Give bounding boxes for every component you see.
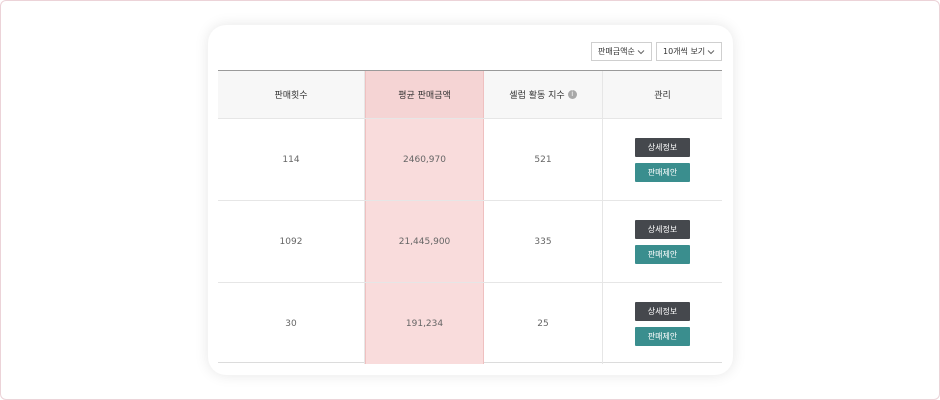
manage-cell: 상세정보 판매제안 <box>603 201 722 282</box>
manage-cell: 상세정보 판매제안 <box>603 283 722 364</box>
header-manage: 관리 <box>654 91 671 101</box>
detail-button[interactable]: 상세정보 <box>635 137 690 157</box>
manage-cell: 상세정보 판매제안 <box>603 119 722 200</box>
sort-select-value: 판매금액순 <box>598 47 635 56</box>
activity-index-cell: 335 <box>484 201 603 282</box>
header-activity-index: 셀럽 활동 지수 i <box>484 71 603 118</box>
page-size-select[interactable]: 10개씩 보기 <box>656 42 722 61</box>
activity-index-cell: 25 <box>484 283 603 364</box>
detail-button[interactable]: 상세정보 <box>635 301 690 321</box>
sales-card: 판매금액순 10개씩 보기 판매횟수 평균 판매금액 셀럽 활동 지수 i 관리… <box>208 25 733 375</box>
sort-select[interactable]: 판매금액순 <box>591 42 652 61</box>
sales-count-cell: 30 <box>218 283 365 364</box>
suggest-sale-button[interactable]: 판매제안 <box>635 162 690 182</box>
info-icon[interactable]: i <box>567 90 577 99</box>
header-sales-count: 판매횟수 <box>218 71 365 118</box>
table-header: 판매횟수 평균 판매금액 셀럽 활동 지수 i 관리 <box>218 71 722 119</box>
avg-amount-cell: 21,445,900 <box>365 201 484 282</box>
page-size-select-value: 10개씩 보기 <box>663 47 706 56</box>
detail-button[interactable]: 상세정보 <box>635 219 690 239</box>
header-activity-index-label: 셀럽 활동 지수 <box>509 91 565 101</box>
sales-count-cell: 1092 <box>218 201 365 282</box>
avg-amount-cell: 2460,970 <box>365 119 484 200</box>
chevron-down-icon <box>637 49 645 54</box>
sales-table: 판매횟수 평균 판매금액 셀럽 활동 지수 i 관리 114 2460,970 … <box>218 70 722 364</box>
list-controls: 판매금액순 10개씩 보기 <box>591 42 722 61</box>
sales-count-cell: 114 <box>218 119 365 200</box>
table-row: 114 2460,970 521 상세정보 판매제안 <box>218 119 722 201</box>
chevron-down-icon <box>707 49 715 54</box>
activity-index-cell: 521 <box>484 119 603 200</box>
suggest-sale-button[interactable]: 판매제안 <box>635 326 690 346</box>
suggest-sale-button[interactable]: 판매제안 <box>635 244 690 264</box>
avg-amount-cell: 191,234 <box>365 283 484 364</box>
table-row: 30 191,234 25 상세정보 판매제안 <box>218 283 722 364</box>
header-avg-amount: 평균 판매금액 <box>365 71 484 118</box>
table-row: 1092 21,445,900 335 상세정보 판매제안 <box>218 201 722 283</box>
